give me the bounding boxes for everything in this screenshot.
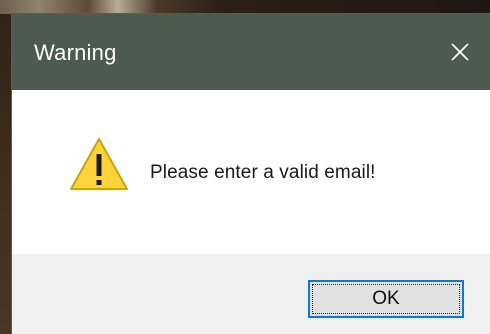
dialog-title: Warning: [34, 40, 117, 65]
screen: Warning Please enter a valid email! OK: [0, 0, 490, 334]
dialog-message: Please enter a valid email!: [150, 162, 376, 183]
warning-icon: [70, 138, 128, 190]
dialog-footer: OK: [12, 254, 490, 334]
ok-button-label: OK: [372, 288, 400, 309]
dialog-titlebar[interactable]: Warning: [12, 14, 490, 90]
desktop-background: [0, 0, 490, 14]
close-icon: [451, 43, 469, 61]
warning-dialog: Warning Please enter a valid email! OK: [12, 14, 490, 334]
close-button[interactable]: [430, 14, 490, 90]
dialog-content: Please enter a valid email!: [12, 90, 490, 254]
ok-button[interactable]: OK: [308, 280, 464, 318]
